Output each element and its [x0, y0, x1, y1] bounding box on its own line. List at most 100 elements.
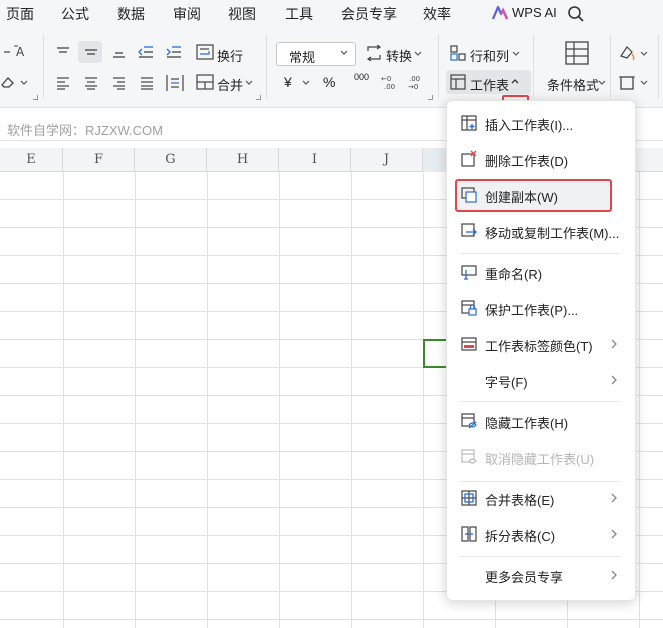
thousands-format-button[interactable]: 000 — [354, 72, 369, 82]
tab-color-icon — [461, 337, 477, 351]
align-bottom-icon[interactable] — [112, 46, 126, 58]
tab-data[interactable]: 数据 — [117, 4, 145, 24]
menu-item-label: 删除工作表(D) — [485, 154, 569, 169]
tab-review[interactable]: 审阅 — [173, 4, 201, 24]
chevron-down-icon[interactable] — [245, 80, 253, 86]
menu-item[interactable]: 合并表格(E) — [446, 483, 636, 513]
menu-item[interactable]: 删除工作表(D) — [446, 144, 636, 174]
distribute-icon[interactable] — [166, 74, 184, 92]
menu-item[interactable]: 重命名(R) — [446, 257, 636, 287]
menu-item[interactable]: 更多会员专享 — [446, 560, 636, 590]
wrap-text-button[interactable]: 换行 — [217, 46, 243, 65]
decrease-indent-icon[interactable] — [138, 45, 154, 59]
menu-item[interactable]: 保护工作表(P)... — [446, 293, 636, 323]
tab-efficiency[interactable]: 效率 — [423, 4, 451, 24]
column-header-g[interactable]: G — [135, 148, 207, 172]
menu-separator — [459, 401, 621, 402]
chevron-down-icon[interactable] — [640, 51, 648, 57]
menu-item-label: 插入工作表(I)... — [485, 118, 574, 133]
chevron-up-icon[interactable] — [511, 78, 519, 84]
svg-text:.00: .00 — [409, 75, 420, 83]
cell-style-icon[interactable] — [618, 44, 638, 62]
chevron-down-icon[interactable] — [598, 80, 606, 86]
font-size-icon[interactable]: A — [2, 44, 30, 58]
menu-item[interactable]: 拆分表格(C) — [446, 519, 636, 549]
column-header-e[interactable]: E — [0, 148, 63, 172]
menu-item-label: 拆分表格(C) — [485, 529, 556, 544]
svg-text:→0: →0 — [408, 83, 418, 91]
wps-ai-label: WPS AI — [512, 5, 557, 20]
percent-format-button[interactable]: % — [323, 74, 335, 90]
menu-item[interactable]: 隐藏工作表(H) — [446, 406, 636, 436]
svg-text:A: A — [16, 45, 25, 58]
align-left-icon[interactable] — [56, 76, 70, 90]
chevron-right-icon — [611, 339, 617, 349]
formula-bar-text: 软件自学网：RJZXW.COM — [7, 123, 163, 138]
wrap-text-icon — [196, 44, 214, 60]
menu-item-label: 隐藏工作表(H) — [485, 416, 569, 431]
column-header-j[interactable]: J — [351, 148, 423, 172]
chevron-down-icon[interactable] — [414, 51, 422, 57]
chevron-down-icon[interactable] — [512, 51, 520, 57]
worksheet-button[interactable]: 工作表 — [470, 75, 509, 94]
chevron-down-icon[interactable] — [640, 80, 648, 86]
menu-item: 取消隐藏工作表(U) — [446, 442, 636, 472]
alignment-dialog-launcher[interactable] — [256, 95, 261, 100]
tab-member[interactable]: 会员专享 — [341, 4, 397, 24]
merge-cells-icon — [196, 74, 214, 90]
tab-page[interactable]: 页面 — [6, 4, 34, 24]
conditional-format-icon — [565, 41, 589, 65]
menu-item-label: 更多会员专享 — [485, 570, 564, 585]
justify-icon[interactable] — [140, 76, 154, 90]
chevron-right-icon — [611, 529, 617, 539]
menu-item[interactable]: 工作表标签颜色(T) — [446, 329, 636, 359]
increase-indent-icon[interactable] — [166, 45, 182, 59]
align-middle-icon[interactable] — [84, 46, 98, 58]
align-right-icon[interactable] — [112, 76, 126, 90]
menu-item-label: 工作表标签颜色(T) — [485, 339, 593, 354]
ribbon-divider — [658, 34, 659, 98]
menu-item[interactable]: 创建副本(W) — [446, 180, 636, 210]
menu-item-label: 字号(F) — [485, 375, 528, 390]
merge-tables-icon — [461, 490, 477, 506]
tab-tools[interactable]: 工具 — [285, 4, 313, 24]
decrease-decimal-icon[interactable]: .00→0 — [407, 73, 425, 91]
chevron-right-icon — [611, 493, 617, 503]
svg-text:←0: ←0 — [381, 75, 391, 83]
menu-separator — [459, 253, 621, 254]
align-top-icon[interactable] — [56, 46, 70, 58]
border-icon[interactable] — [618, 74, 636, 92]
row-column-button[interactable]: 行和列 — [470, 46, 509, 65]
convert-icon — [366, 45, 382, 61]
eraser-icon[interactable] — [0, 74, 30, 90]
search-icon[interactable] — [567, 5, 585, 23]
unhide-sheet-icon — [461, 449, 477, 464]
ribbon-divider — [266, 34, 267, 98]
column-header-f[interactable]: F — [63, 148, 135, 172]
tab-formula[interactable]: 公式 — [61, 4, 89, 24]
tab-view[interactable]: 视图 — [228, 4, 256, 24]
align-center-icon[interactable] — [84, 76, 98, 90]
chevron-down-icon[interactable] — [302, 80, 310, 86]
convert-button[interactable]: 转换 — [386, 46, 412, 65]
chevron-down-icon — [340, 50, 348, 55]
column-header-i[interactable]: I — [279, 148, 351, 172]
wps-ai-button[interactable]: WPS AI — [492, 5, 557, 20]
insert-sheet-icon — [461, 115, 477, 131]
conditional-format-button[interactable]: 条件格式 — [547, 75, 599, 94]
menu-separator — [459, 481, 621, 482]
ribbon-divider — [610, 34, 611, 98]
number-format-select[interactable]: 常规 — [276, 42, 356, 66]
menu-item[interactable]: 字号(F) — [446, 365, 636, 395]
menu-item-label: 移动或复制工作表(M)... — [485, 226, 620, 241]
currency-format-button[interactable]: ¥ — [284, 74, 292, 90]
number-dialog-launcher[interactable] — [428, 95, 433, 100]
merge-cells-button[interactable]: 合并 — [217, 75, 243, 94]
rename-icon — [461, 265, 477, 280]
increase-decimal-icon[interactable]: ←0.00 — [380, 73, 398, 91]
menu-item[interactable]: 插入工作表(I)... — [446, 108, 636, 138]
menu-item[interactable]: 移动或复制工作表(M)... — [446, 216, 636, 246]
font-dialog-launcher[interactable] — [33, 95, 38, 100]
column-header-h[interactable]: H — [207, 148, 279, 172]
svg-text:.00: .00 — [384, 83, 395, 91]
